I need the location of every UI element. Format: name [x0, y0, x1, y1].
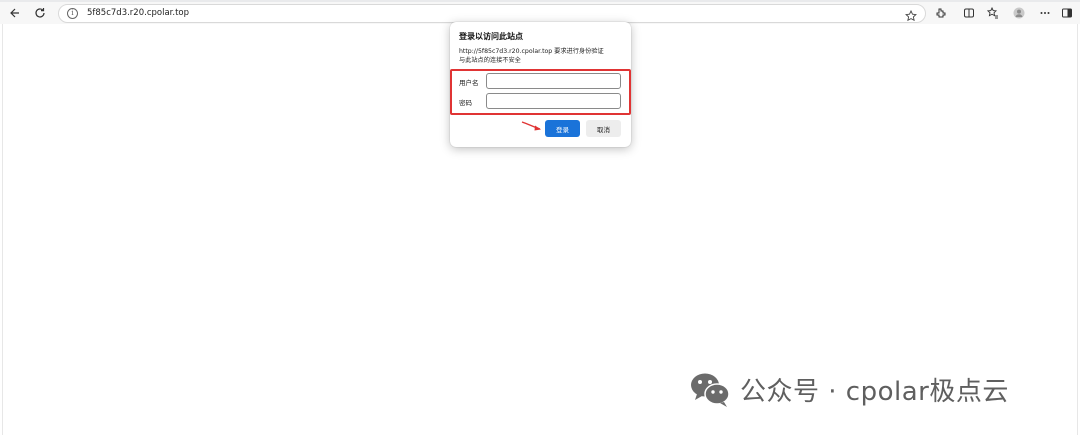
watermark: 公众号 · cpolar极点云	[688, 369, 1009, 409]
watermark-text: 公众号 · cpolar极点云	[740, 376, 1009, 407]
dialog-desc-line1: http://5f85c7d3.r20.cpolar.top 要求进行身份验证	[459, 48, 604, 55]
split-screen-icon[interactable]	[960, 4, 978, 22]
site-info-icon[interactable]: i	[67, 8, 78, 19]
cancel-button[interactable]: 取消	[586, 120, 621, 137]
dialog-title: 登录以访问此站点	[459, 32, 523, 41]
favorites-icon[interactable]	[984, 4, 1002, 22]
address-url: 5f85c7d3.r20.cpolar.top	[87, 8, 189, 18]
annotation-arrow-icon	[521, 121, 541, 131]
more-icon[interactable]	[1036, 4, 1054, 22]
back-icon[interactable]	[6, 4, 24, 22]
username-label: 用户名	[459, 79, 479, 87]
browser-toolbar: i 5f85c7d3.r20.cpolar.top	[0, 2, 1080, 24]
wechat-icon	[691, 373, 730, 407]
favorite-star-icon[interactable]	[905, 7, 917, 22]
login-button[interactable]: 登录	[545, 120, 580, 137]
dialog-desc-line2: 与此站点的连接不安全	[459, 57, 521, 64]
username-field[interactable]	[486, 73, 621, 89]
profile-icon[interactable]	[1010, 4, 1028, 22]
password-field[interactable]	[486, 93, 621, 109]
password-label: 密码	[459, 99, 472, 107]
address-bar[interactable]: i 5f85c7d3.r20.cpolar.top	[58, 4, 926, 23]
sidebar-icon[interactable]	[1058, 4, 1076, 22]
dialog-description: http://5f85c7d3.r20.cpolar.top 要求进行身份验证 …	[459, 47, 604, 65]
reload-icon[interactable]	[31, 4, 49, 22]
extensions-icon[interactable]	[932, 4, 950, 22]
